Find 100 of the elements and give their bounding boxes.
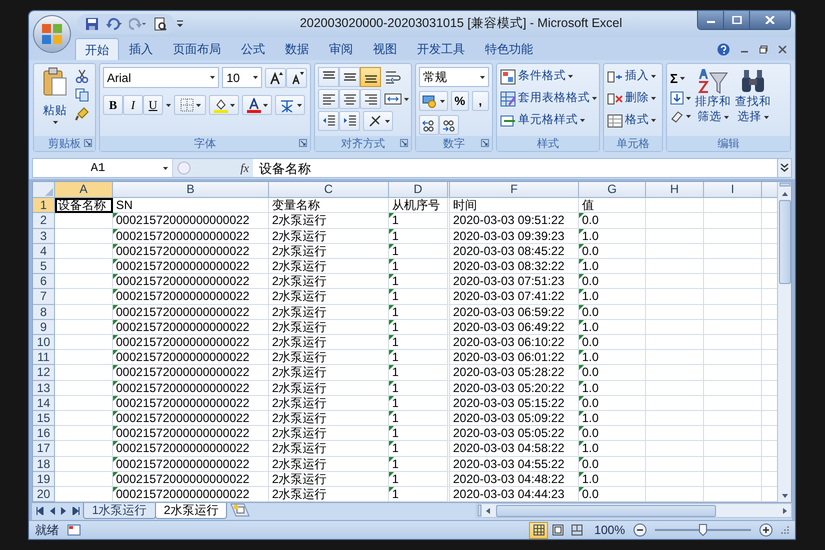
- row-header[interactable]: 8: [33, 304, 55, 320]
- close-button[interactable]: [750, 11, 790, 29]
- spreadsheet-cell[interactable]: [704, 411, 762, 426]
- currency-button[interactable]: [419, 91, 448, 112]
- spreadsheet-cell[interactable]: 1: [389, 426, 450, 442]
- error-marker-icon[interactable]: [113, 213, 118, 218]
- error-marker-icon[interactable]: [389, 411, 394, 416]
- vertical-align-button[interactable]: [318, 67, 339, 88]
- spreadsheet-cell[interactable]: [55, 350, 113, 366]
- increase-indent-button[interactable]: [339, 111, 360, 132]
- customize-toolbar-icon[interactable]: [175, 20, 185, 28]
- spreadsheet-cell[interactable]: 0.0: [579, 426, 646, 442]
- spreadsheet-cell[interactable]: 0.0: [579, 274, 646, 290]
- error-marker-icon[interactable]: [113, 365, 118, 370]
- error-marker-icon[interactable]: [579, 274, 584, 280]
- column-header[interactable]: H: [646, 182, 704, 198]
- eraser-icon[interactable]: [670, 109, 684, 124]
- spreadsheet-cell[interactable]: [646, 426, 704, 442]
- ribbon-tab[interactable]: 插入: [119, 38, 163, 60]
- row-header[interactable]: 3: [33, 228, 55, 244]
- error-marker-icon[interactable]: [389, 228, 394, 234]
- spreadsheet-cell[interactable]: [55, 304, 113, 320]
- spreadsheet-cell[interactable]: 00021572000000000022: [113, 396, 269, 412]
- styles-menu-button[interactable]: 套用表格格式: [500, 89, 596, 108]
- spreadsheet-cell[interactable]: 0.0: [579, 396, 646, 412]
- spreadsheet-cell[interactable]: 1: [389, 244, 450, 259]
- spreadsheet-cell[interactable]: 1: [389, 228, 450, 244]
- ribbon-tab[interactable]: 公式: [231, 38, 275, 60]
- row-header[interactable]: 15: [33, 411, 55, 426]
- borders-button[interactable]: [174, 95, 206, 116]
- spreadsheet-cell[interactable]: 0.0: [579, 487, 646, 502]
- spreadsheet-cell[interactable]: [704, 213, 762, 229]
- paste-button[interactable]: 粘贴: [37, 67, 73, 124]
- fill-down-icon[interactable]: [670, 91, 684, 106]
- spreadsheet-cell[interactable]: [646, 411, 704, 426]
- spreadsheet-cell[interactable]: 1: [389, 289, 450, 305]
- spreadsheet-cell[interactable]: 2水泵运行: [269, 365, 389, 381]
- error-marker-icon[interactable]: [579, 487, 584, 492]
- insert-sheet-icon[interactable]: [230, 503, 250, 518]
- spreadsheet-cell[interactable]: 1.0: [579, 259, 646, 274]
- error-marker-icon[interactable]: [113, 335, 118, 340]
- error-marker-icon[interactable]: [579, 365, 584, 370]
- error-marker-icon[interactable]: [579, 289, 584, 294]
- error-marker-icon[interactable]: [389, 365, 394, 370]
- column-header[interactable]: D: [389, 182, 450, 198]
- ribbon-tab[interactable]: 页面布局: [163, 38, 231, 60]
- spreadsheet-cell[interactable]: [646, 244, 704, 259]
- spreadsheet-cell[interactable]: [646, 487, 704, 502]
- spreadsheet-cell[interactable]: [55, 426, 113, 442]
- spreadsheet-cell[interactable]: 0.0: [579, 213, 646, 229]
- spreadsheet-cell[interactable]: [55, 487, 113, 502]
- spreadsheet-cell[interactable]: [704, 304, 762, 320]
- spreadsheet-cell[interactable]: [55, 365, 113, 381]
- spreadsheet-cell[interactable]: [704, 426, 762, 442]
- spreadsheet-cell[interactable]: 00021572000000000022: [113, 320, 269, 336]
- spreadsheet-cell[interactable]: 2水泵运行: [269, 411, 389, 426]
- spreadsheet-cell[interactable]: 00021572000000000022: [113, 213, 269, 229]
- sort-filter-button[interactable]: 排序和 筛选: [695, 67, 731, 126]
- spreadsheet-cell[interactable]: 1: [389, 213, 450, 229]
- font-style-button[interactable]: B: [103, 95, 123, 116]
- row-header[interactable]: 18: [33, 456, 55, 472]
- ribbon-tab[interactable]: 开始: [75, 38, 119, 60]
- spreadsheet-cell[interactable]: 1: [389, 396, 450, 412]
- spreadsheet-cell[interactable]: 00021572000000000022: [113, 244, 269, 259]
- shrink-font-button[interactable]: [286, 68, 307, 88]
- spreadsheet-cell[interactable]: [55, 411, 113, 426]
- error-marker-icon[interactable]: [389, 380, 394, 386]
- spreadsheet-cell[interactable]: SN: [113, 198, 269, 214]
- error-marker-icon[interactable]: [113, 320, 118, 325]
- row-header[interactable]: 14: [33, 396, 55, 412]
- resize-grip-icon[interactable]: [781, 526, 789, 534]
- font-color-button[interactable]: [242, 95, 272, 116]
- spreadsheet-cell[interactable]: 1: [389, 320, 450, 336]
- increase-decimal-button[interactable]: [419, 115, 439, 136]
- error-marker-icon[interactable]: [579, 213, 584, 218]
- spreadsheet-cell[interactable]: 2水泵运行: [269, 304, 389, 320]
- phonetic-button[interactable]: [275, 95, 305, 116]
- error-marker-icon[interactable]: [389, 259, 394, 264]
- number-format-box[interactable]: 常规: [419, 67, 489, 88]
- error-marker-icon[interactable]: [579, 350, 584, 356]
- cut-icon[interactable]: [75, 69, 89, 84]
- error-marker-icon[interactable]: [113, 274, 118, 280]
- restore-workbook-icon[interactable]: [759, 44, 768, 54]
- spreadsheet-cell[interactable]: 1: [389, 472, 450, 488]
- error-marker-icon[interactable]: [113, 472, 118, 477]
- find-select-button[interactable]: 查找和 选择: [735, 67, 771, 126]
- spreadsheet-cell[interactable]: 2水泵运行: [269, 426, 389, 442]
- vertical-scrollbar[interactable]: [777, 182, 791, 502]
- row-header[interactable]: 5: [33, 259, 55, 274]
- error-marker-icon[interactable]: [113, 426, 118, 432]
- spreadsheet-cell[interactable]: 2水泵运行: [269, 456, 389, 472]
- spreadsheet-cell[interactable]: 2水泵运行: [269, 441, 389, 457]
- spreadsheet-cell[interactable]: [704, 228, 762, 244]
- spreadsheet-cell[interactable]: [704, 441, 762, 457]
- spreadsheet-cell[interactable]: 2水泵运行: [269, 350, 389, 366]
- horizontal-align-button[interactable]: [360, 89, 381, 110]
- spreadsheet-cell[interactable]: 时间: [450, 198, 579, 214]
- spreadsheet-cell[interactable]: 2水泵运行: [269, 228, 389, 244]
- save-icon[interactable]: [85, 16, 99, 31]
- spreadsheet-cell[interactable]: 2水泵运行: [269, 274, 389, 290]
